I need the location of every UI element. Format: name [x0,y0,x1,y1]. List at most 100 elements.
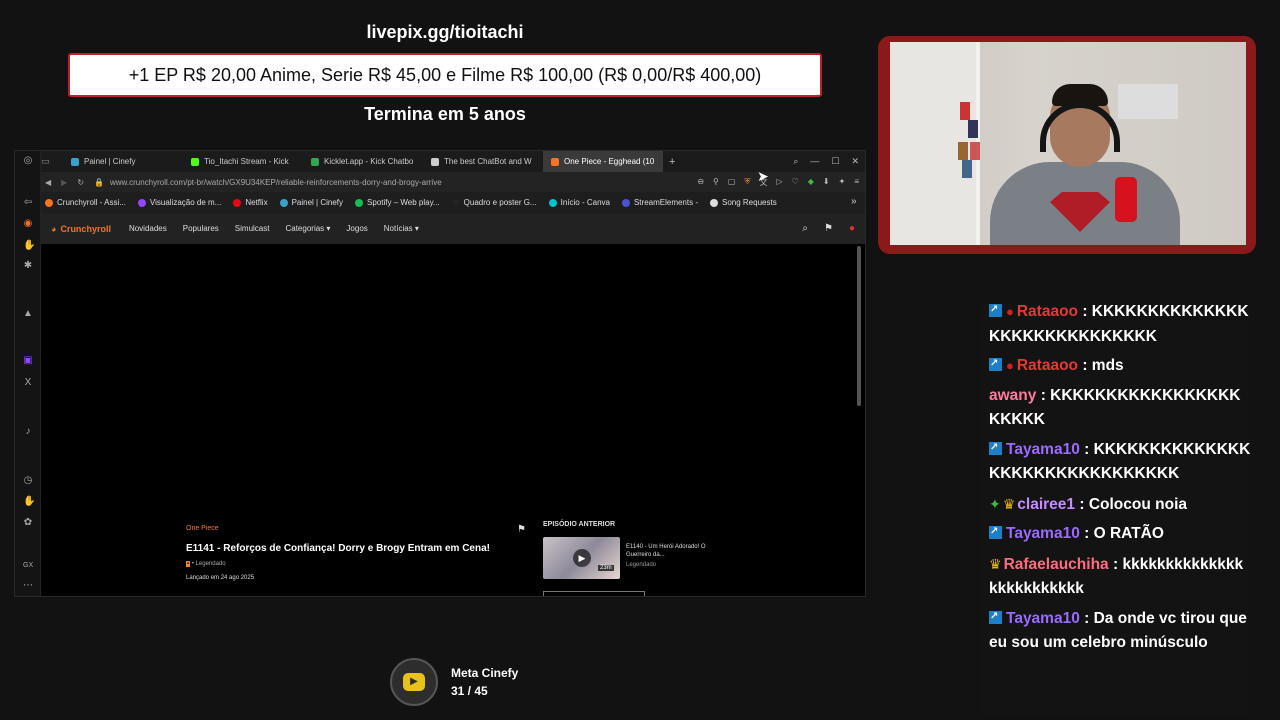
chevron-down-icon: ▾ [414,224,419,233]
tab-3[interactable]: The best ChatBot and W [423,151,543,172]
sidebar-gx-icon[interactable]: GX [23,561,33,571]
sidebar-arrow-icon[interactable]: ▲ [23,309,33,319]
chat-username[interactable]: awany [989,387,1036,404]
chat-message: Tayama10 : Da onde vc tirou que eu sou u… [989,605,1251,656]
url-field[interactable]: www.crunchyroll.com/pt-br/watch/GX9U34KE… [110,178,442,187]
nav-novidades[interactable]: Novidades [129,224,167,233]
avatar-badge-icon: ● [1006,304,1014,319]
bookmark-favicon-icon [233,198,242,207]
tab-favicon-icon [431,157,439,166]
livepix-link: livepix.gg/tioitachi [366,22,524,42]
search-icon[interactable]: ⌕ [802,223,808,234]
previous-episode-duration: 23m [598,565,614,571]
bookmark-favicon-icon [451,198,460,207]
chat-username[interactable]: Tayama10 [1006,525,1080,542]
sidebar-logo-icon[interactable]: ◎ [23,156,33,166]
maximize-button[interactable]: ☐ [831,156,839,167]
crunchyroll-logo[interactable]: ◕ Crunchyroll [51,224,111,234]
browser-sidebar: ◎ ⇦ ◉ ✋ ✱ ▲ ▣ X ♪ ◷ ✋ ✿ GX ⋯ [15,151,41,596]
close-button[interactable]: ✕ [851,156,859,167]
more-bookmarks-icon[interactable]: » [851,196,857,207]
extension-icon[interactable]: ◆ [808,177,814,188]
tab-2[interactable]: Kicklet.app - Kick Chatbo [303,151,423,172]
sidebar-tools-icon[interactable]: ✿ [23,518,33,528]
download-icon[interactable]: ⬇ [823,177,830,188]
twitch-badge-icon [989,300,1002,323]
bookmark-label: Visualização de m... [149,198,222,207]
chat-message: Tayama10 : KKKKKKKKKKKKKKKKKKKKKKKKKKKKK… [989,436,1251,487]
heart-icon[interactable]: ♡ [792,177,799,188]
play-icon[interactable]: ▶ [573,549,591,567]
chat-separator: : [1078,303,1092,320]
sidebar-hand-icon[interactable]: ✋ [23,241,35,251]
nav-populares[interactable]: Populares [183,224,219,233]
tab-0[interactable]: Painel | Cinefy [63,151,183,172]
bookmark-icon[interactable]: ⚑ [824,223,833,234]
nav-noticias-label: Notícias [383,224,413,233]
chat-username[interactable]: Rafaelauchiha [1004,556,1109,573]
sidebar-crunchyroll-icon[interactable]: ◉ [23,219,33,229]
bookmark-item[interactable]: Song Requests [710,198,777,207]
bookmark-label: Painel | Cinefy [291,198,344,207]
chat-message: ♛ Rafaelauchiha : kkkkkkkkkkkkkkkkkkkkkkk… [989,552,1251,602]
nav-categorias[interactable]: Categorias ▾ [285,224,330,233]
chat-separator: : [1075,495,1089,513]
bookmark-icon[interactable]: ⚑ [517,524,526,535]
nav-noticias[interactable]: Notícias ▾ [384,224,419,233]
nav-simulcast[interactable]: Simulcast [235,224,270,233]
episode-series[interactable]: One Piece [186,525,219,532]
chat-username[interactable]: Tayama10 [1006,610,1080,627]
bookmark-favicon-icon [45,198,53,207]
tab-1[interactable]: Tio_Itachi Stream - Kick [183,151,303,172]
tab-list-icon[interactable]: ▭ [41,156,63,167]
search-icon[interactable]: ⌕ [793,156,798,167]
sidebar-clock-icon[interactable]: ◷ [23,476,33,486]
tab-label: The best ChatBot and W [444,157,532,166]
bookmark-item[interactable]: Crunchyroll - Assi... [45,198,126,207]
goal-banner: +1 EP R$ 20,00 Anime, Serie R$ 45,00 e F… [68,53,822,97]
avatar[interactable]: ● [849,223,855,234]
bookmark-item[interactable]: Spotify – Web play... [355,198,440,207]
sidebar-star-icon[interactable]: ✱ [23,261,33,271]
chat-username[interactable]: Rataaoo [1017,303,1078,320]
previous-episode-button[interactable] [543,591,645,596]
bookmark-item[interactable]: Quadro e poster G... [451,198,537,207]
tab-4[interactable]: One Piece - Egghead (10 [543,151,663,172]
reload-icon[interactable]: ↻ [77,178,84,187]
bookmark-item[interactable]: Painel | Cinefy [279,198,344,207]
bookmark-item[interactable]: Início - Canva [548,198,610,207]
chat-username[interactable]: Tayama10 [1006,441,1080,458]
chat-username[interactable]: Rataaoo [1017,357,1078,374]
chat-username[interactable]: clairee1 [1017,496,1075,513]
sidebar-hand2-icon[interactable]: ✋ [23,497,35,507]
episode-title: E1141 - Reforços de Confiança! Dorry e B… [186,543,490,554]
shield-icon[interactable]: ⛨ [744,177,750,188]
bookmark-label: Spotify – Web play... [367,198,440,207]
sidebar-more-icon[interactable]: ⋯ [23,581,33,591]
previous-episode-title[interactable]: E1140 - Um Herói Adorado! O Guerreiro da… [626,543,716,559]
sidebar-twitch-icon[interactable]: ▣ [23,356,33,366]
sidebar-back-icon[interactable]: ⇦ [23,198,33,208]
screenshot-icon[interactable]: ▢ [728,177,736,188]
nav-jogos[interactable]: Jogos [346,224,367,233]
sidebar-x-icon[interactable]: X [23,378,33,388]
chat-separator: : [1108,555,1123,573]
bookmark-item[interactable]: StreamElements - [621,198,698,207]
new-tab-button[interactable]: + [669,156,675,168]
zoom-icon[interactable]: ⊖ [697,177,704,188]
forward-icon[interactable]: ▶ [61,178,67,187]
sidebar-guitar-icon[interactable]: ♪ [23,427,33,437]
minimize-button[interactable]: — [810,156,819,167]
bookmark-item[interactable]: Netflix [233,198,268,207]
chevron-down-icon: ▾ [326,224,331,233]
chat-message: ●Rataaoo : mds [989,352,1251,379]
bookmark-item[interactable]: Visualização de m... [137,198,222,207]
crunchyroll-logo-text: Crunchyroll [60,223,111,234]
pin-icon[interactable]: ⚲ [713,177,719,188]
menu-icon[interactable]: ≡ [854,177,859,188]
play-icon[interactable]: ▷ [776,177,782,188]
puzzle-icon[interactable]: ✦ [839,177,846,188]
tab-bar: ▭ Painel | Cinefy Tio_Itachi Stream - Kic… [15,151,865,172]
back-icon[interactable]: ◀ [45,178,51,187]
scrollbar[interactable] [857,246,861,406]
